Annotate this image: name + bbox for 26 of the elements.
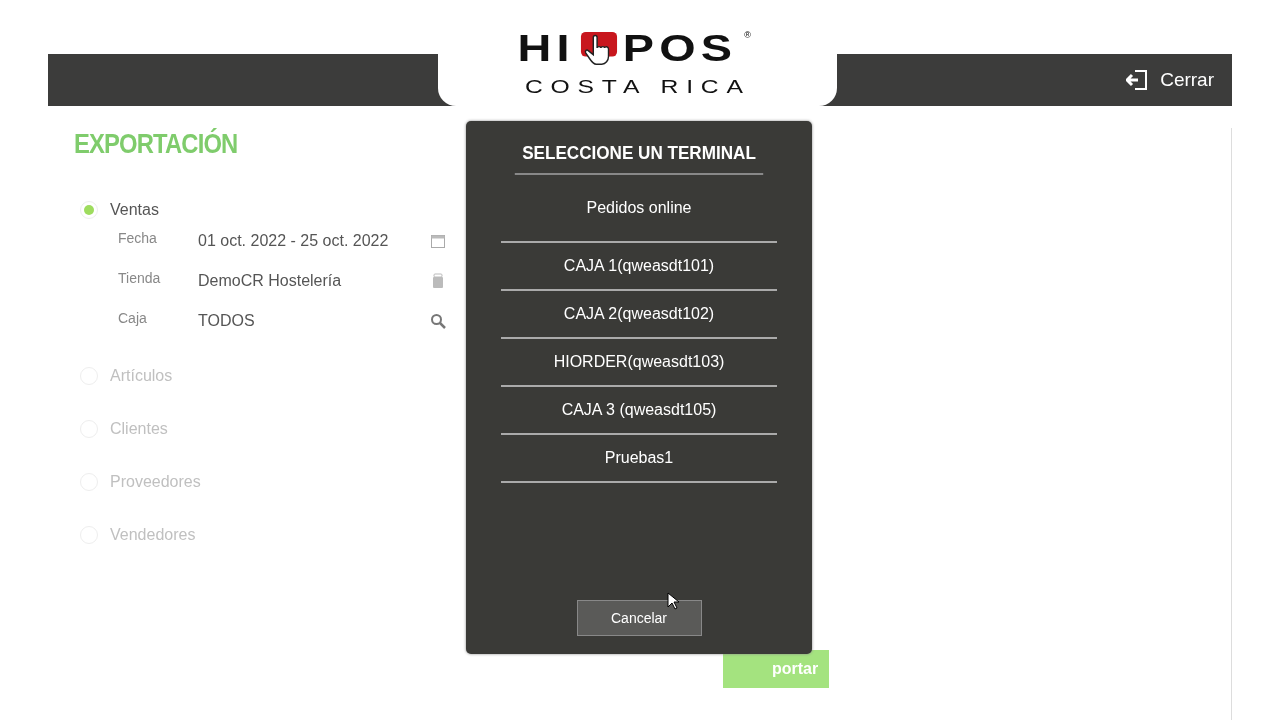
calendar-icon[interactable] <box>430 233 446 249</box>
field-label: Caja <box>118 310 148 326</box>
radio-label[interactable]: Ventas <box>110 201 159 219</box>
terminal-option[interactable]: CAJA 1(qweasdt101) <box>501 243 777 291</box>
cancel-button[interactable]: Cancelar <box>576 600 702 636</box>
logout-button[interactable]: Cerrar <box>1126 69 1214 91</box>
terminal-option[interactable]: CAJA 3 (qweasdt105) <box>501 387 777 435</box>
page-title: EXPORTACIÓN <box>74 128 239 160</box>
logo-text: POS <box>622 28 738 70</box>
hand-pointer-icon <box>580 30 619 68</box>
input-field[interactable]: DemoCR Hostelería <box>198 272 446 290</box>
input-field[interactable]: TODOS <box>198 312 446 330</box>
mouse-cursor-icon <box>667 592 679 610</box>
field-label: Tienda <box>118 270 162 286</box>
trash-icon[interactable] <box>430 273 446 289</box>
input-field[interactable]: 01 oct. 2022 - 25 oct. 2022 <box>198 232 446 250</box>
dialog-title: SELECCIONE UN TERMINAL <box>514 121 764 175</box>
logo-text: HI <box>517 28 575 70</box>
terminal-option[interactable]: Pedidos online <box>501 175 777 243</box>
terminal-option[interactable]: CAJA 2(qweasdt102) <box>501 291 777 339</box>
search-icon[interactable] <box>430 313 446 329</box>
registered-mark: ® <box>744 30 751 40</box>
field-label: Fecha <box>118 230 158 246</box>
terminal-option[interactable]: HIORDER(qweasdt103) <box>501 339 777 387</box>
logo-subtitle: COSTA RICA <box>524 76 751 98</box>
terminal-option[interactable]: Pruebas1 <box>501 435 777 483</box>
